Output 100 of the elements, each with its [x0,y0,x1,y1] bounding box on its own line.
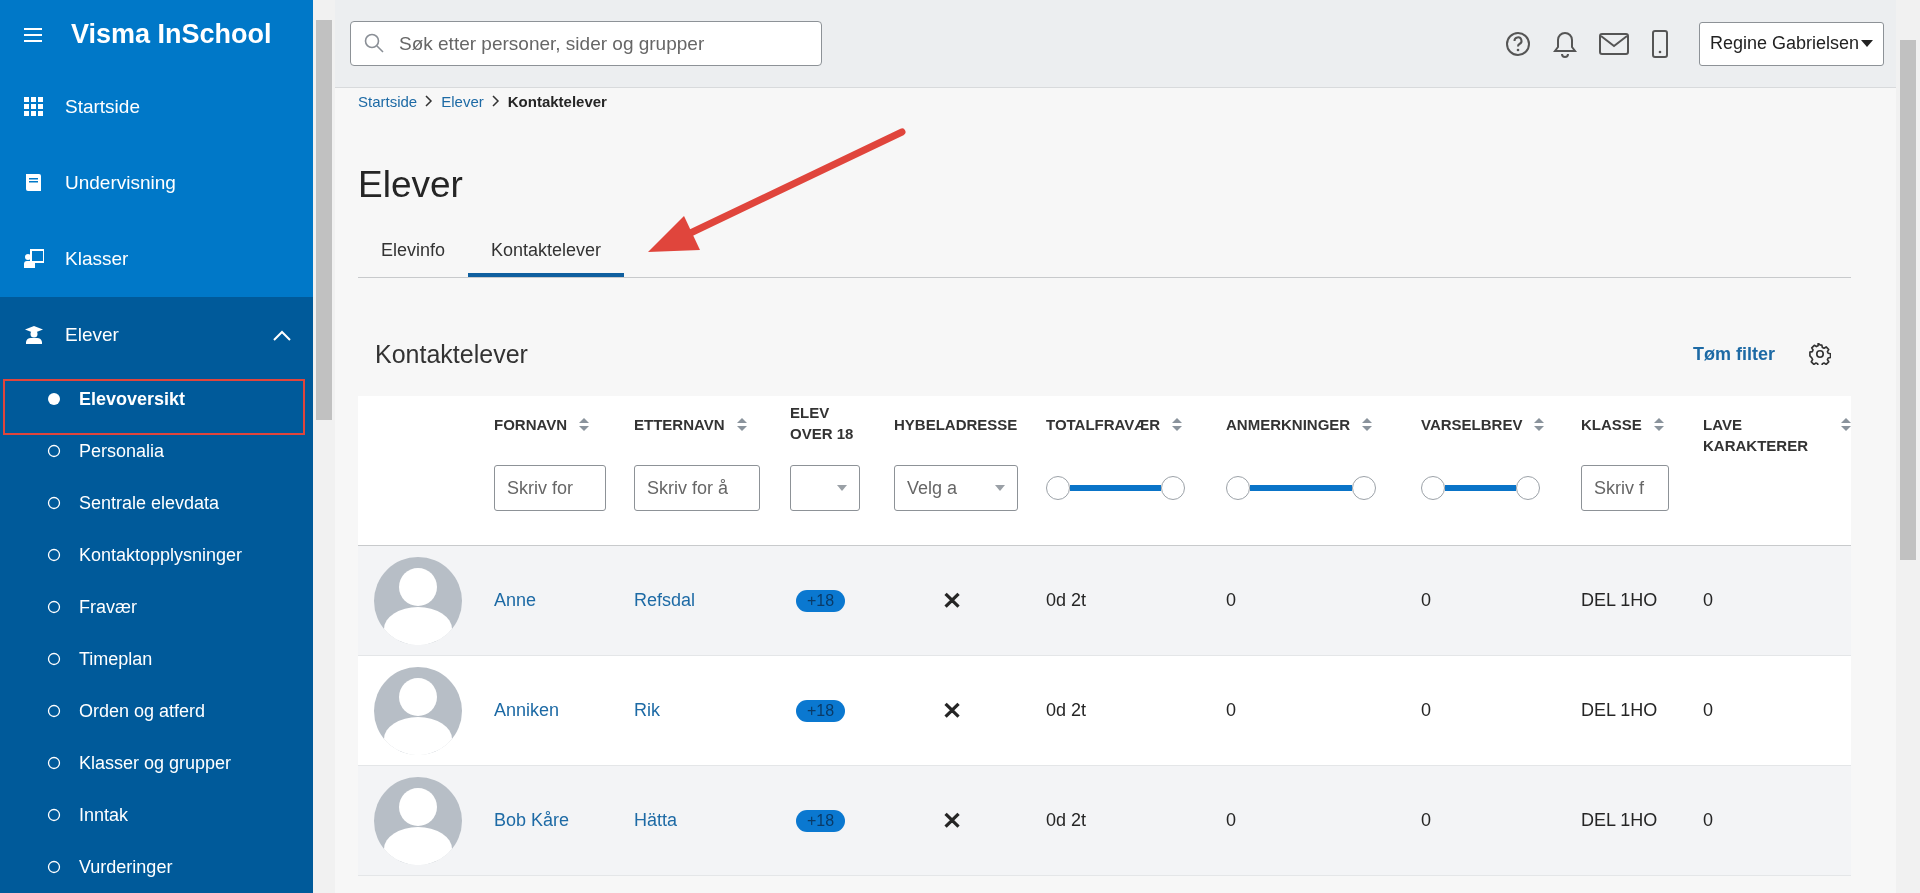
last-name-link[interactable]: Refsdal [634,590,696,611]
warning-letters-count: 0 [1421,700,1431,721]
first-name-link[interactable]: Anne [494,590,537,611]
tab[interactable]: Kontaktelever [468,228,625,277]
breadcrumb-link[interactable]: Kontaktelever [507,92,607,110]
column-header: TOTALFRAVÆR [1046,415,1161,435]
settings-icon[interactable] [1809,343,1831,365]
sidebar-item[interactable]: Startside [0,69,313,145]
sidebar-item[interactable]: Klasser [0,221,313,297]
age-badge: +18 [796,699,846,722]
filter-field[interactable]: Skriv for [494,465,606,511]
sort-icon[interactable] [1534,418,1545,431]
absence-value: 0d 2t [1046,810,1087,831]
filled-circle-icon [47,392,61,406]
mail-icon[interactable] [1598,32,1629,55]
caret-icon [1861,40,1873,47]
sort-icon[interactable] [1172,418,1183,431]
filter-field[interactable]: Skriv f [1581,465,1669,511]
warning-letters-count: 0 [1421,810,1431,831]
panel-title: Kontaktelever [375,339,529,369]
sort-icon[interactable] [736,418,747,431]
absence-value: 0d 2t [1046,700,1087,721]
sort-icon[interactable] [1841,418,1851,431]
filter-dropdown[interactable] [790,465,860,511]
age-badge: +18 [796,809,846,832]
cross-mark: ✕ [942,696,962,725]
breadcrumb-link[interactable]: Elever [441,92,484,110]
column-header: ETTERNAVN [634,415,725,435]
sidebar-item[interactable]: Undervisning [0,145,313,221]
sort-icon[interactable] [1653,418,1664,431]
sidebar-subitem[interactable]: Timeplan [2,633,311,685]
sort-icon[interactable] [579,418,590,431]
circle-icon [47,548,61,562]
search-icon [364,33,384,53]
chevron-up-icon [273,329,291,341]
first-name-link[interactable]: Bob Kåre [494,810,570,831]
chevron-right-icon [491,95,500,107]
circle-icon [47,704,61,718]
filter-dropdown[interactable]: Velg a [894,465,1018,511]
sidebar-subitem[interactable]: Personalia [2,425,311,477]
circle-icon [47,756,61,770]
column-header: ELEV OVER 18 [790,403,855,444]
page-scrollbar[interactable] [1896,0,1920,893]
circle-icon [47,808,61,822]
menu-icon[interactable] [24,27,42,42]
slider-handle[interactable] [1226,476,1250,500]
sort-icon[interactable] [1362,418,1373,431]
sidebar-subitem[interactable]: Orden og atferd [2,685,311,737]
slider-handle[interactable] [1421,476,1445,500]
caret-icon [995,485,1005,491]
slider-handle[interactable] [1161,476,1185,500]
absence-value: 0d 2t [1046,590,1087,611]
low-grades-count: 0 [1703,590,1713,611]
sidebar-subitem[interactable]: Klasser og grupper [2,737,311,789]
page-title: Elever [358,164,464,206]
cross-mark: ✕ [942,806,962,835]
column-header: FORNAVN [494,415,568,435]
sidebar-subitem[interactable]: Elevoversikt [2,373,311,425]
phone-icon[interactable] [1650,29,1669,58]
app-title: Visma InSchool [71,19,272,50]
grid-icon [24,97,44,117]
sidebar-scrollbar[interactable] [313,0,335,893]
circle-icon [47,444,61,458]
tab[interactable]: Elevinfo [358,228,469,277]
sidebar-subitem[interactable]: Fravær [2,581,311,633]
clear-filter-link[interactable]: Tøm filter [1693,343,1775,365]
sidebar-subitem[interactable]: Sentrale elevdata [2,477,311,529]
circle-icon [47,496,61,510]
sidebar-subitem[interactable]: Inntak [2,789,311,841]
caret-icon [837,485,847,491]
range-slider[interactable] [1421,475,1540,501]
age-badge: +18 [796,589,846,612]
range-slider[interactable] [1226,475,1376,501]
column-header: HYBELADRESSE [894,415,1018,435]
circle-icon [47,652,61,666]
filter-field[interactable]: Skriv for å [634,465,760,511]
slider-handle[interactable] [1046,476,1070,500]
first-name-link[interactable]: Anniken [494,700,560,721]
user-menu[interactable]: Regine Gabrielsen [1698,21,1884,66]
slider-handle[interactable] [1352,476,1376,500]
breadcrumb-link[interactable]: Startside [358,92,418,110]
sidebar-subitem[interactable]: Vurderinger [2,841,311,893]
help-icon[interactable] [1504,30,1531,57]
last-name-link[interactable]: Rik [634,700,660,721]
cross-mark: ✕ [942,586,962,615]
last-name-link[interactable]: Hätta [634,810,678,831]
remarks-count: 0 [1226,810,1236,831]
class-name: DEL 1HO [1581,590,1658,611]
chevron-right-icon [425,95,434,107]
sidebar-subitem[interactable]: Kontaktopplysninger [2,529,311,581]
search-field[interactable]: Søk etter personer, sider og grupper [350,21,822,66]
column-header: ANMERKNINGER [1226,415,1351,435]
bell-icon[interactable] [1552,29,1577,58]
column-header: LAVE KARAKTERER [1703,415,1809,456]
circle-icon [47,860,61,874]
low-grades-count: 0 [1703,810,1713,831]
warning-letters-count: 0 [1421,590,1431,611]
range-slider[interactable] [1046,475,1185,501]
slider-handle[interactable] [1516,476,1540,500]
presentation-board-icon [24,249,44,269]
